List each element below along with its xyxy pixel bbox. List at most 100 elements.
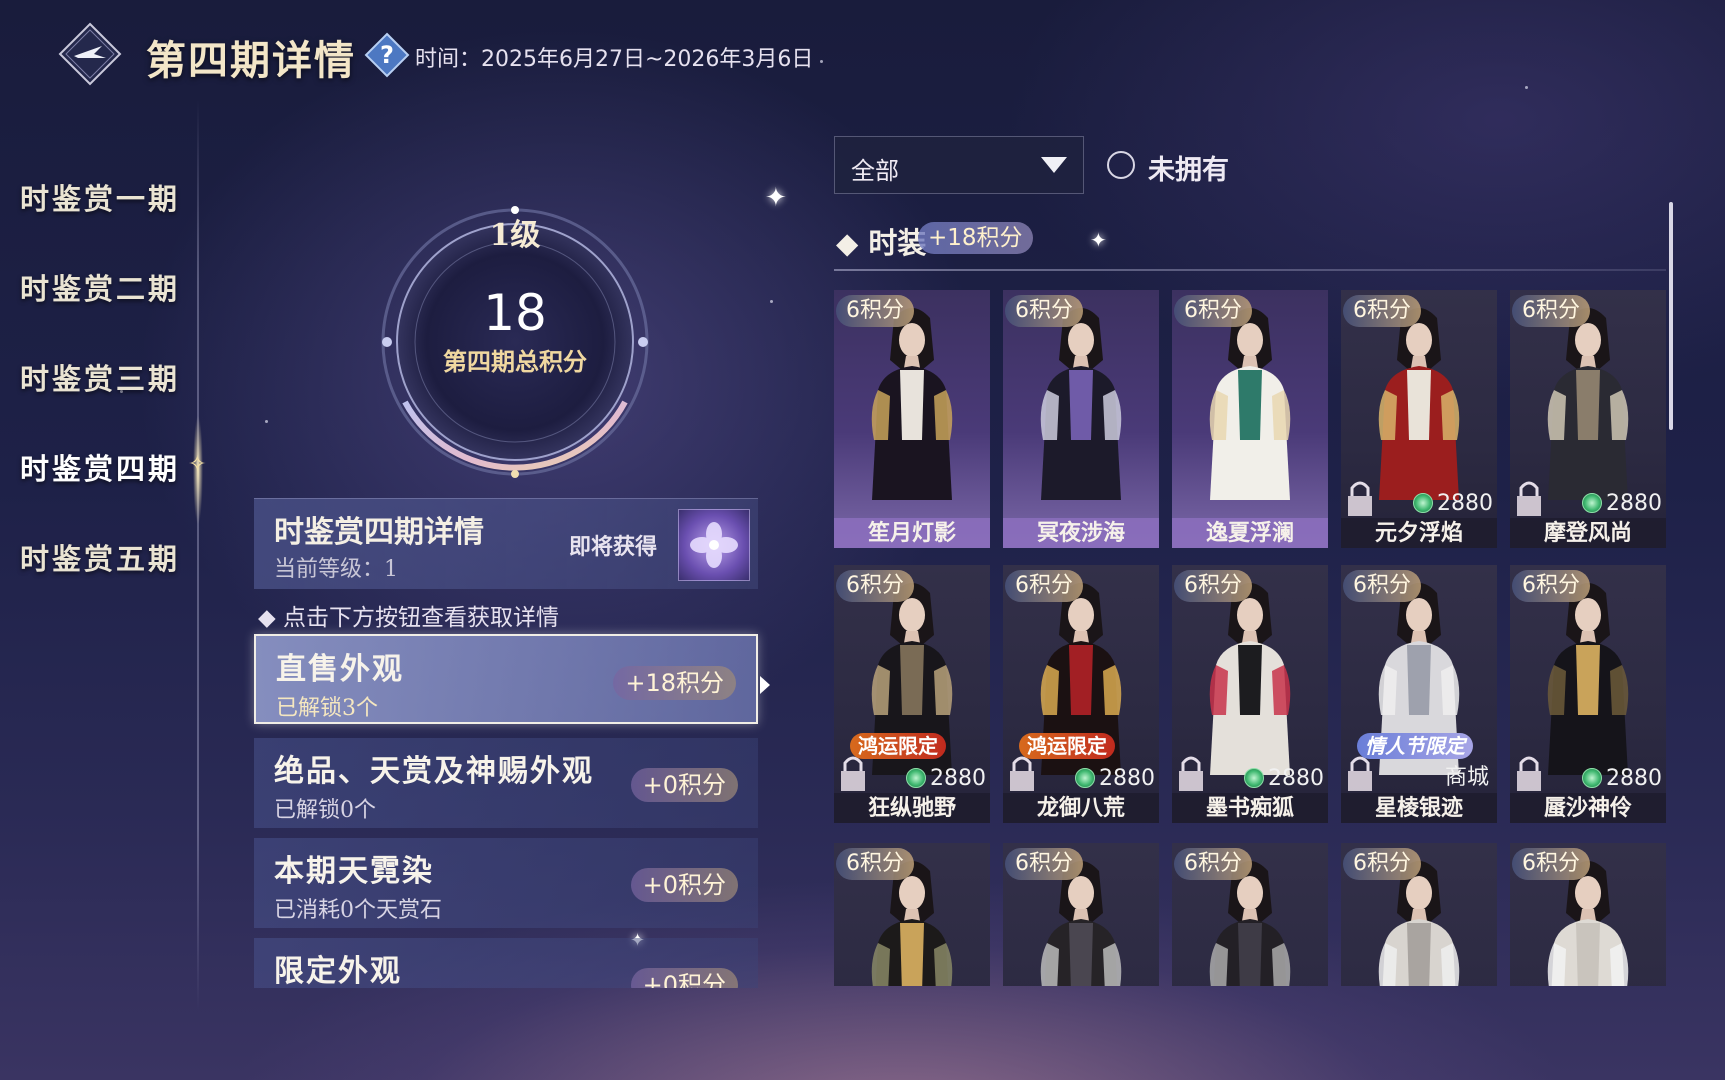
reward-preview-button[interactable]	[678, 509, 750, 581]
limited-tag: 情人节限定	[1357, 733, 1473, 759]
costume-card[interactable]: 6积分 2880 墨书痴狐	[1172, 565, 1328, 823]
costume-grid: 6积分 笙月灯影 6积分 冥夜涉海 6积分 逸夏浮澜 6积分 2880 元夕浮焰…	[834, 290, 1666, 986]
costume-name: 冥夜涉海	[1003, 518, 1159, 548]
sidebar-item-period-5[interactable]: 时鉴赏五期	[20, 536, 180, 578]
filter-selected: 全部	[851, 157, 899, 185]
limited-tag: 鸿运限定	[850, 733, 946, 759]
soon-obtain-label: 即将获得	[569, 534, 658, 560]
card-price: 2880	[1582, 766, 1662, 791]
back-button[interactable]	[58, 22, 122, 86]
lock-icon	[1517, 756, 1541, 791]
card-points-badge: 6积分	[1343, 570, 1421, 602]
costume-name: 星棱银迹	[1341, 793, 1497, 823]
card-points-badge: 6积分	[1512, 848, 1590, 880]
price-value: 2880	[1268, 766, 1324, 791]
category-sub: 已消耗0个天赏石	[274, 898, 442, 923]
jade-currency-icon	[1075, 768, 1095, 788]
sidebar-item-period-2[interactable]: 时鉴赏二期	[20, 266, 180, 308]
card-points-badge: 6积分	[1005, 848, 1083, 880]
dropdown-arrow-icon	[1041, 157, 1067, 173]
scrollbar-thumb[interactable]	[1669, 202, 1673, 430]
costume-card[interactable]: 6积分	[1510, 843, 1666, 986]
category-limited[interactable]: 限定外观 +0积分	[254, 938, 758, 988]
costume-card[interactable]: 6积分	[1172, 843, 1328, 986]
character-figure-icon	[1378, 308, 1460, 500]
costume-card[interactable]: 6积分 鸿运限定 2880 龙御八荒	[1003, 565, 1159, 823]
card-points-badge: 6积分	[836, 848, 914, 880]
price-value: 2880	[930, 766, 986, 791]
price-value: 2880	[1606, 491, 1662, 516]
jade-currency-icon	[1582, 493, 1602, 513]
category-sub: 已解锁3个	[276, 696, 378, 721]
character-figure-icon	[1547, 583, 1629, 775]
unowned-radio[interactable]	[1107, 151, 1135, 179]
category-sub: 已解锁0个	[274, 798, 376, 823]
star-dot	[265, 420, 268, 423]
category-title: 直售外观	[276, 652, 404, 687]
category-premium[interactable]: 绝品、天赏及神赐外观 已解锁0个 +0积分	[254, 738, 758, 828]
costume-card[interactable]: 6积分 2880 摩登风尚	[1510, 290, 1666, 548]
help-icon: ?	[364, 32, 410, 78]
costume-card[interactable]: 6积分	[834, 843, 990, 986]
period-detail-card: 时鉴赏四期详情 当前等级：1 即将获得	[254, 498, 758, 589]
costume-card[interactable]: 6积分 逸夏浮澜	[1172, 290, 1328, 548]
category-title: 本期天霓染	[274, 854, 434, 889]
shop-source-label: 商城	[1444, 765, 1489, 790]
star-dot	[820, 60, 823, 63]
costume-name: 摩登风尚	[1510, 518, 1666, 548]
card-points-badge: 6积分	[1005, 295, 1083, 327]
character-figure-icon	[871, 308, 953, 500]
character-figure-icon	[1040, 308, 1122, 500]
hint-text: ◆ 点击下方按钮查看获取详情	[258, 605, 559, 631]
price-value: 2880	[1099, 766, 1155, 791]
costume-name: 笙月灯影	[834, 518, 990, 548]
costume-name: 墨书痴狐	[1172, 793, 1328, 823]
help-button[interactable]: ?	[364, 32, 410, 78]
category-direct-sale[interactable]: 直售外观 已解锁3个 +18积分	[254, 634, 758, 724]
character-figure-icon	[1209, 583, 1291, 775]
costume-card[interactable]: 6积分冥夜涉海	[1003, 290, 1159, 548]
card-points-badge: 6积分	[836, 570, 914, 602]
level-label: 1级	[489, 218, 541, 253]
character-figure-icon	[1209, 308, 1291, 500]
lock-icon	[1517, 481, 1541, 516]
unowned-radio-label[interactable]: 未拥有	[1148, 148, 1229, 187]
total-score-label: 第四期总积分	[443, 347, 587, 376]
costume-card[interactable]: 6积分	[1003, 843, 1159, 986]
category-points-badge: +0积分	[630, 868, 738, 902]
selected-arrow-icon	[760, 676, 770, 694]
sidebar-item-period-1[interactable]: 时鉴赏一期	[20, 176, 180, 218]
costume-card[interactable]: 6积分鸿运限定 2880 狂纵驰野	[834, 565, 990, 823]
star-dot	[1525, 86, 1528, 89]
sidebar-item-period-4[interactable]: 时鉴赏四期	[20, 446, 180, 488]
costume-card[interactable]: 6积分情人节限定商城星棱银迹	[1341, 565, 1497, 823]
costume-name: 元夕浮焰	[1341, 518, 1497, 548]
sparkle-star: ✦	[1090, 228, 1107, 252]
page-title: 第四期详情	[146, 37, 356, 84]
svg-text:?: ?	[380, 41, 394, 69]
costume-card[interactable]: 6积分	[1341, 843, 1497, 986]
card-points-badge: 6积分	[1512, 295, 1590, 327]
jade-currency-icon	[1244, 768, 1264, 788]
card-points-badge: 6积分	[1512, 570, 1590, 602]
costume-card[interactable]: 6积分 笙月灯影	[834, 290, 990, 548]
total-score-value: 18	[483, 284, 547, 342]
card-points-badge: 6积分	[1343, 848, 1421, 880]
lock-icon	[1348, 481, 1372, 516]
sidebar-item-period-3[interactable]: 时鉴赏三期	[20, 356, 180, 398]
card-price: 2880	[1075, 766, 1155, 791]
sparkle-star: ✦	[765, 183, 787, 213]
period-detail-title: 时鉴赏四期详情	[274, 515, 484, 550]
category-dye[interactable]: 本期天霓染 已消耗0个天赏石 +0积分	[254, 838, 758, 928]
card-price: 2880	[1582, 491, 1662, 516]
star-dot	[770, 300, 773, 303]
costume-card[interactable]: 6积分 2880 元夕浮焰	[1341, 290, 1497, 548]
costume-name: 狂纵驰野	[834, 793, 990, 823]
category-points-badge: +18积分	[613, 666, 736, 700]
costume-name: 逸夏浮澜	[1172, 518, 1328, 548]
filter-dropdown[interactable]: 全部	[834, 136, 1084, 194]
card-points-badge: 6积分	[1174, 848, 1252, 880]
category-title: 绝品、天赏及神赐外观	[274, 754, 594, 789]
costume-card[interactable]: 6积分 2880 蜃沙神伶	[1510, 565, 1666, 823]
section-points-badge: +18积分	[918, 222, 1033, 254]
